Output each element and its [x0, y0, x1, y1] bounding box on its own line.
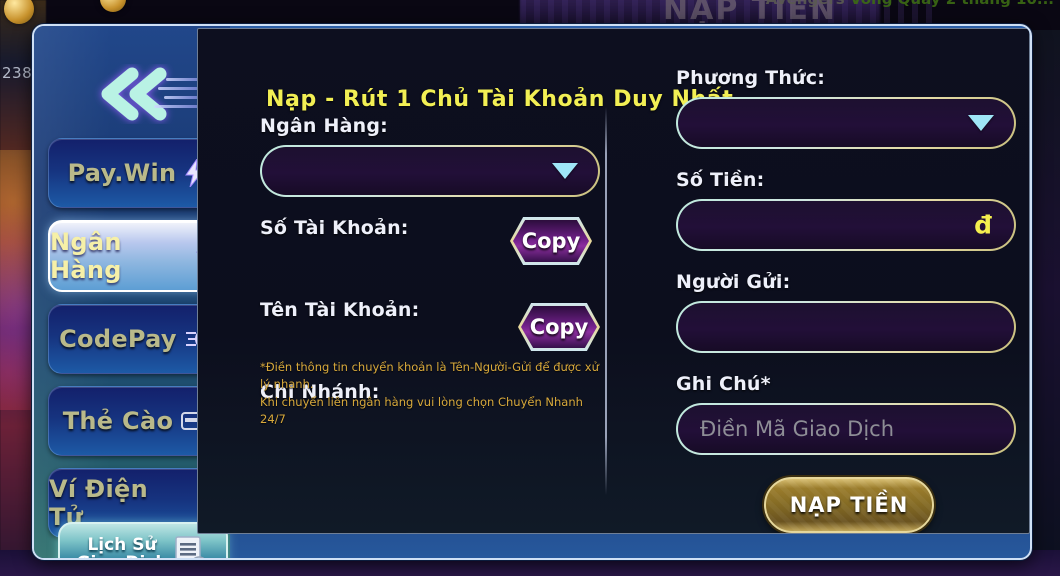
- transfer-note: *Điền thông tin chuyển khoản là Tên-Ngườ…: [260, 359, 610, 428]
- background-event-note: Vòng Quay 2 thàng 10...: [850, 0, 1054, 8]
- sender-input[interactable]: [676, 301, 1016, 353]
- deposit-window: Pay.Win Ngân Hàng CodePay Thẻ Cào Ví Điệ…: [32, 24, 1032, 560]
- sender-field: Người Gửi:: [676, 271, 1016, 353]
- bank-field: Ngân Hàng:: [260, 115, 600, 197]
- account-number-field: Số Tài Khoản: Copy: [260, 217, 600, 279]
- page-title: Nạp - Rút 1 Chủ Tài Khoản Duy Nhất: [266, 87, 734, 112]
- background-username: Avengers: [766, 0, 845, 8]
- amount-label: Số Tiền:: [676, 169, 765, 191]
- sidebar-item-label: CodePay: [59, 325, 177, 353]
- note-input-placeholder: Điền Mã Giao Dịch: [700, 417, 895, 441]
- chevron-down-icon: [552, 163, 578, 179]
- bank-label: Ngân Hàng:: [260, 115, 388, 137]
- background-coin-icon: [100, 0, 126, 12]
- history-button-label: Lịch Sử Giao Dịch: [77, 536, 168, 558]
- column-divider: [605, 107, 607, 495]
- right-column: Phương Thức: Số Tiền: đ Người Gửi: Ghi C…: [676, 67, 1016, 475]
- method-select[interactable]: [676, 97, 1016, 149]
- double-chevron-left-icon[interactable]: [92, 64, 200, 124]
- bank-select-inner: [262, 147, 598, 195]
- copy-button-label: Copy: [521, 229, 581, 253]
- document-clock-icon: [173, 535, 209, 558]
- note-input-inner: Điền Mã Giao Dịch: [678, 405, 1014, 453]
- transfer-note-line2: Khi chuyển liên ngân hàng vui lòng chọn …: [260, 394, 583, 426]
- transfer-note-line1: *Điền thông tin chuyển khoản là Tên-Ngườ…: [260, 360, 599, 392]
- method-label: Phương Thức:: [676, 67, 826, 89]
- content-panel: Nạp - Rút 1 Chủ Tài Khoản Duy Nhất Ngân …: [197, 28, 1030, 534]
- account-name-field: Tên Tài Khoản: Copy: [260, 299, 600, 361]
- copy-button-label: Copy: [529, 315, 589, 339]
- submit-area: NẠP TIỀN: [764, 477, 934, 533]
- sender-label: Người Gửi:: [676, 271, 791, 293]
- bank-select[interactable]: [260, 145, 600, 197]
- note-input[interactable]: Điền Mã Giao Dịch: [676, 403, 1016, 455]
- screen: NẠP TIỀN Avengers Vòng Quay 2 thàng 10..…: [0, 0, 1060, 576]
- speed-lines-icon: [154, 74, 200, 112]
- deposit-submit-button[interactable]: NẠP TIỀN: [764, 477, 934, 533]
- amount-field: Số Tiền: đ: [676, 169, 1016, 251]
- history-label-line2: Giao Dịch: [77, 554, 168, 558]
- sidebar-item-label: Pay.Win: [67, 159, 177, 187]
- sidebar-item-label: Ngân Hàng: [50, 228, 122, 284]
- background-right-art: [1030, 30, 1060, 550]
- currency-symbol: đ: [974, 210, 992, 240]
- copy-account-name-button[interactable]: Copy: [518, 303, 600, 351]
- background-top-right-text: Avengers Vòng Quay 2 thàng 10...: [766, 0, 1054, 8]
- method-select-inner: [678, 99, 1014, 147]
- deposit-submit-label: NẠP TIỀN: [789, 493, 909, 517]
- sidebar-item-label: Thẻ Cào: [62, 407, 174, 435]
- note-label: Ghi Chú*: [676, 373, 771, 395]
- amount-input-inner: đ: [678, 201, 1014, 249]
- chevron-down-icon: [968, 115, 994, 131]
- question-mark-icon[interactable]: ?: [404, 533, 427, 534]
- copy-account-number-button[interactable]: Copy: [510, 217, 592, 265]
- note-field: Ghi Chú* Điền Mã Giao Dịch: [676, 373, 1016, 455]
- sender-input-inner: [678, 303, 1014, 351]
- method-field: Phương Thức:: [676, 67, 1016, 149]
- background-balance-text: 238: [2, 64, 33, 82]
- amount-input[interactable]: đ: [676, 199, 1016, 251]
